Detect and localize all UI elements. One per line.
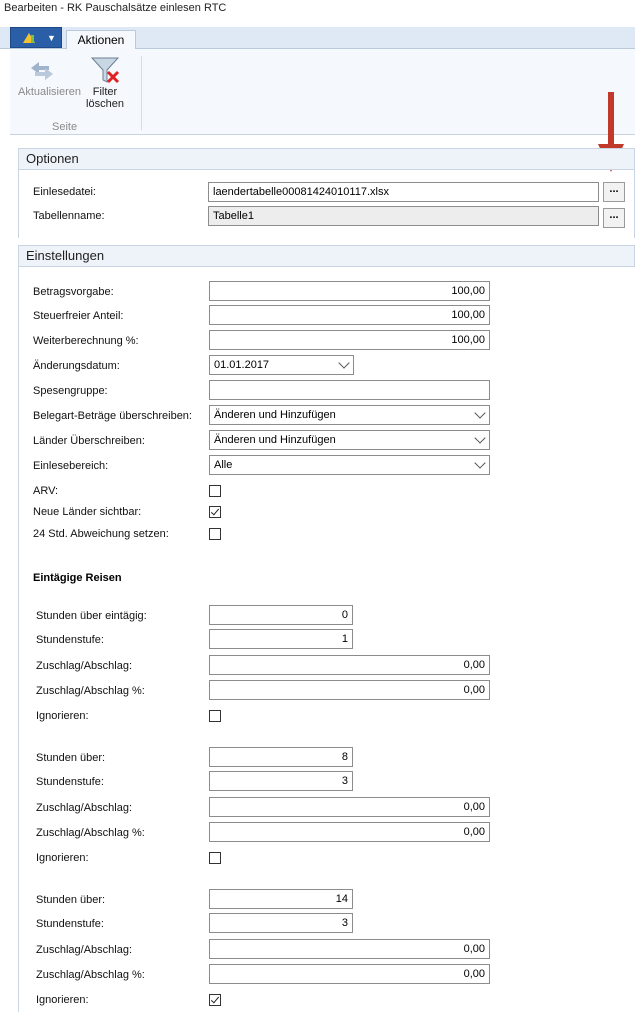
group3-ignorieren-checkbox[interactable] bbox=[209, 994, 221, 1006]
section-title-einstellungen: Einstellungen bbox=[26, 248, 105, 263]
group3-stufe-label: Stundenstufe: bbox=[36, 918, 104, 930]
clear-filter-label-2: löschen bbox=[86, 98, 124, 110]
steuerfreier-anteil-label: Steuerfreier Anteil: bbox=[33, 310, 124, 322]
belegart-label: Belegart-Beträge überschreiben: bbox=[33, 410, 192, 422]
tab-aktionen[interactable]: Aktionen bbox=[66, 30, 136, 50]
group3-stufe-input[interactable]: 3 bbox=[209, 913, 353, 933]
chevron-down-icon: ▼ bbox=[47, 33, 56, 43]
clear-filter-icon bbox=[90, 57, 120, 84]
laender-ueberschreiben-value: Änderen und Hinzufügen bbox=[214, 434, 336, 446]
group2-stufe-input[interactable]: 3 bbox=[209, 771, 353, 791]
app-menu-button[interactable]: ▼ bbox=[10, 27, 62, 48]
tabellenname-browse-button[interactable]: ... bbox=[603, 208, 625, 228]
group1-zuschlag-input[interactable]: 0,00 bbox=[209, 655, 490, 675]
window-title: Bearbeiten - RK Pauschalsätze einlesen R… bbox=[4, 2, 227, 14]
spesengruppe-input[interactable] bbox=[209, 380, 490, 400]
app-logo-bar-icon bbox=[31, 35, 34, 43]
group2-zuschlag-pct-label: Zuschlag/Abschlag %: bbox=[36, 827, 145, 839]
section-title-optionen: Optionen bbox=[26, 151, 79, 166]
group3-zuschlag-pct-label: Zuschlag/Abschlag %: bbox=[36, 969, 145, 981]
betragsvorgabe-input[interactable]: 100,00 bbox=[209, 281, 490, 301]
neue-laender-checkbox[interactable] bbox=[209, 506, 221, 518]
group2-ignorieren-label: Ignorieren: bbox=[36, 852, 89, 864]
steuerfreier-anteil-input[interactable]: 100,00 bbox=[209, 305, 490, 325]
refresh-icon bbox=[31, 62, 53, 80]
clear-filter-button[interactable]: Filter löschen bbox=[78, 56, 132, 116]
spesengruppe-label: Spesengruppe: bbox=[33, 385, 108, 397]
einlesedatei-browse-button[interactable]: ... bbox=[603, 182, 625, 202]
group2-zuschlag-label: Zuschlag/Abschlag: bbox=[36, 802, 132, 814]
neue-laender-label: Neue Länder sichtbar: bbox=[33, 506, 142, 518]
refresh-button[interactable]: Aktualisieren bbox=[18, 56, 81, 116]
group2-stunden-label: Stunden über: bbox=[36, 752, 106, 764]
group1-zuschlag-pct-input[interactable]: 0,00 bbox=[209, 680, 490, 700]
belegart-value: Änderen und Hinzufügen bbox=[214, 409, 336, 421]
abweichung-label: 24 Std. Abweichung setzen: bbox=[33, 528, 169, 540]
clear-filter-label-1: Filter bbox=[92, 86, 118, 98]
group1-stunden-label: Stunden über eintägig: bbox=[36, 610, 147, 622]
group2-zuschlag-input[interactable]: 0,00 bbox=[209, 797, 490, 817]
group3-zuschlag-input[interactable]: 0,00 bbox=[209, 939, 490, 959]
weiterberechnung-input[interactable]: 100,00 bbox=[209, 330, 490, 350]
belegart-select[interactable]: Änderen und Hinzufügen bbox=[209, 405, 490, 425]
group3-stunden-input[interactable]: 14 bbox=[209, 889, 353, 909]
laender-ueberschreiben-select[interactable]: Änderen und Hinzufügen bbox=[209, 430, 490, 450]
group3-stunden-label: Stunden über: bbox=[36, 894, 106, 906]
group2-stufe-label: Stundenstufe: bbox=[36, 776, 104, 788]
einlesebereich-value: Alle bbox=[214, 459, 233, 471]
group1-zuschlag-pct-label: Zuschlag/Abschlag %: bbox=[36, 685, 145, 697]
chevron-down-icon bbox=[474, 457, 486, 469]
checkmark-icon bbox=[210, 994, 220, 1004]
group2-zuschlag-pct-input[interactable]: 0,00 bbox=[209, 822, 490, 842]
group1-ignorieren-checkbox[interactable] bbox=[209, 710, 221, 722]
arv-label: ARV: bbox=[33, 485, 59, 497]
ribbon-group-label: Seite bbox=[52, 121, 78, 133]
tabellenname-input[interactable]: Tabelle1 bbox=[208, 206, 599, 226]
refresh-label: Aktualisieren bbox=[18, 86, 81, 98]
group3-zuschlag-pct-input[interactable]: 0,00 bbox=[209, 964, 490, 984]
ribbon-separator bbox=[141, 56, 142, 130]
chevron-down-icon bbox=[338, 357, 350, 369]
group1-stunden-input[interactable]: 0 bbox=[209, 605, 353, 625]
group1-zuschlag-label: Zuschlag/Abschlag: bbox=[36, 660, 132, 672]
group1-stufe-label: Stundenstufe: bbox=[36, 634, 104, 646]
group1-stufe-input[interactable]: 1 bbox=[209, 629, 353, 649]
section-header-einstellungen[interactable]: Einstellungen bbox=[18, 245, 635, 267]
group1-ignorieren-label: Ignorieren: bbox=[36, 710, 89, 722]
aenderungsdatum-value: 01.01.2017 bbox=[214, 359, 270, 371]
group2-ignorieren-checkbox[interactable] bbox=[209, 852, 221, 864]
einlesedatei-input[interactable]: laendertabelle00081424010117.xlsx bbox=[208, 182, 599, 202]
arv-checkbox[interactable] bbox=[209, 485, 221, 497]
eintaegige-reisen-heading: Eintägige Reisen bbox=[33, 572, 122, 584]
betragsvorgabe-label: Betragsvorgabe: bbox=[33, 286, 114, 298]
aenderungsdatum-picker[interactable]: 01.01.2017 bbox=[209, 355, 354, 375]
group2-stunden-input[interactable]: 8 bbox=[209, 747, 353, 767]
chevron-down-icon bbox=[474, 432, 486, 444]
section-body-optionen bbox=[18, 170, 635, 238]
section-header-optionen[interactable]: Optionen bbox=[18, 148, 635, 170]
weiterberechnung-label: Weiterberechnung %: bbox=[33, 335, 139, 347]
einlesebereich-label: Einlesebereich: bbox=[33, 460, 109, 472]
group3-zuschlag-label: Zuschlag/Abschlag: bbox=[36, 944, 132, 956]
laender-ueberschreiben-label: Länder Überschreiben: bbox=[33, 435, 145, 447]
einlesedatei-label: Einlesedatei: bbox=[33, 186, 96, 198]
einlesebereich-select[interactable]: Alle bbox=[209, 455, 490, 475]
checkmark-icon bbox=[210, 506, 220, 516]
group3-ignorieren-label: Ignorieren: bbox=[36, 994, 89, 1006]
abweichung-checkbox[interactable] bbox=[209, 528, 221, 540]
chevron-down-icon bbox=[474, 407, 486, 419]
aenderungsdatum-label: Änderungsdatum: bbox=[33, 360, 120, 372]
tabellenname-label: Tabellenname: bbox=[33, 210, 105, 222]
